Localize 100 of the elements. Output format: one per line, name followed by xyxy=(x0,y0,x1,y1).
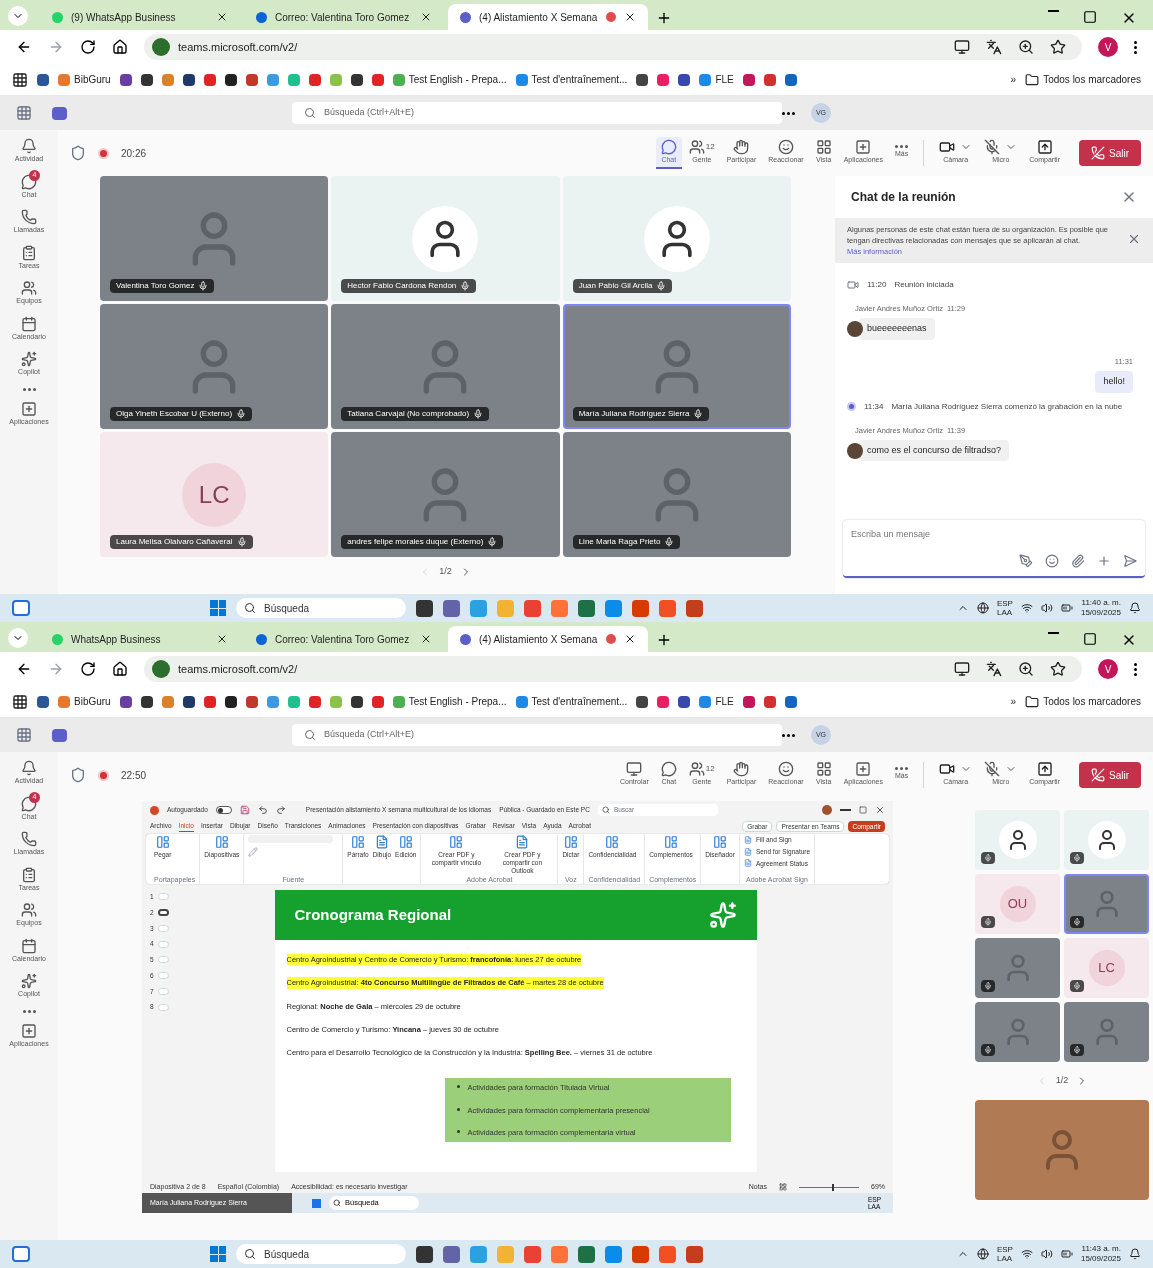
mic-icon xyxy=(473,409,484,419)
start-icon[interactable] xyxy=(210,600,226,616)
copilot-icon xyxy=(21,351,37,367)
slide-title: Cronograma Regional xyxy=(294,904,452,925)
ribbon-icon xyxy=(605,835,620,849)
bookmark-icon[interactable] xyxy=(678,73,691,86)
meeting-timer: 20:26 xyxy=(121,146,147,161)
app-icon[interactable] xyxy=(578,599,595,617)
browser-tab[interactable]: (4) Alistamiento X Semana xyxy=(448,626,648,652)
mic-icon xyxy=(198,281,209,291)
browser-tab[interactable]: (4) Alistamiento X Semana xyxy=(448,4,648,30)
bookmark-icon[interactable] xyxy=(182,695,195,708)
event-time: 11:34 xyxy=(864,400,884,413)
ribbon-icon xyxy=(214,835,229,849)
bookmark-icon[interactable] xyxy=(636,73,649,86)
bookmark-link[interactable]: Test d'entraînement... xyxy=(515,72,628,87)
taskbar-search[interactable]: Búsqueda xyxy=(236,1244,406,1264)
bookmark-link[interactable]: BibGuru xyxy=(58,72,111,87)
bookmark-icon[interactable] xyxy=(224,695,237,708)
bookmark-link[interactable]: BibGuru xyxy=(58,694,111,709)
url-field[interactable]: teams.microsoft.com/v2/ xyxy=(144,34,1082,60)
message-field[interactable]: Escriba un mensaje xyxy=(843,520,1145,578)
browser-tab[interactable]: Correo: Valentina Toro Gomez xyxy=(244,626,444,652)
bookmark-link[interactable]: FLE xyxy=(699,694,734,709)
participant-name: Hector Fabio Cardona Rendon xyxy=(341,279,477,293)
translate-icon xyxy=(986,661,1002,677)
bookmark-icon[interactable] xyxy=(119,695,132,708)
plus-icon xyxy=(1097,554,1111,568)
bookmark-icon[interactable] xyxy=(350,695,363,708)
bookmark-icon[interactable] xyxy=(119,73,132,86)
app-icon[interactable] xyxy=(416,1245,433,1263)
bookmark-icon[interactable] xyxy=(678,695,691,708)
widgets-icon[interactable] xyxy=(12,600,30,616)
more-icon xyxy=(782,110,795,116)
search-icon xyxy=(244,1248,256,1260)
slide-thumbnail[interactable] xyxy=(157,909,169,917)
reload-icon xyxy=(80,661,96,677)
hand-icon xyxy=(733,760,750,777)
rail-item[interactable] xyxy=(22,1008,36,1014)
search-field[interactable]: Búsqueda (Ctrl+Alt+E) xyxy=(292,102,782,124)
forward-icon xyxy=(48,39,64,55)
teams-icon xyxy=(21,902,37,918)
volume-icon xyxy=(1040,602,1053,614)
browser-tab[interactable]: WhatsApp Business xyxy=(40,626,240,652)
participant-name: Valentina Toro Gomez xyxy=(110,279,215,293)
bookmark-icon[interactable] xyxy=(350,73,363,86)
bookmark-link[interactable]: FLE xyxy=(699,72,734,87)
browser-tab[interactable]: Correo: Valentina Toro Gomez xyxy=(244,4,444,30)
app-icon[interactable] xyxy=(443,599,460,617)
notification-icon xyxy=(1129,1248,1141,1260)
leave-button[interactable]: Salir xyxy=(1079,762,1141,788)
bookmark-icon[interactable] xyxy=(140,73,153,86)
profile-avatar[interactable]: V xyxy=(1098,37,1118,57)
language-indicator: ESP xyxy=(996,599,1013,608)
back-icon xyxy=(16,39,32,55)
message-placeholder: Escriba un mensaje xyxy=(851,528,932,541)
app-icon[interactable] xyxy=(443,1245,460,1263)
start-icon[interactable] xyxy=(210,1246,226,1262)
maximize-icon xyxy=(859,806,867,814)
taskbar-search[interactable]: Búsqueda xyxy=(236,598,406,618)
bookmark-icon[interactable] xyxy=(37,73,49,86)
star-icon xyxy=(1050,661,1066,677)
bookmark-link[interactable]: Test English - Prepa... xyxy=(392,694,507,709)
widgets-icon[interactable] xyxy=(12,1246,30,1262)
leave-button[interactable]: Salir xyxy=(1079,140,1141,166)
ribbon-icon xyxy=(350,835,365,849)
bookmarks-folder[interactable]: Todos los marcadores xyxy=(1025,694,1141,709)
bookmark-link[interactable]: Test English - Prepa... xyxy=(392,72,507,87)
bookmark-icon[interactable] xyxy=(37,695,49,708)
clock-date: 15/09/2025 xyxy=(1080,608,1121,618)
new-tab-icon xyxy=(656,10,672,26)
app-icon[interactable] xyxy=(578,1245,595,1263)
browser-tab[interactable]: (9) WhatsApp Business xyxy=(40,4,240,30)
tab-title: (4) Alistamiento X Semana xyxy=(479,10,598,25)
undo-icon xyxy=(257,805,268,815)
app-icon[interactable] xyxy=(416,599,433,617)
bookmarks-folder[interactable]: Todos los marcadores xyxy=(1025,72,1141,87)
zoom-icon xyxy=(1018,39,1034,55)
app-launcher-icon xyxy=(16,727,32,743)
search-icon xyxy=(304,729,316,741)
bookmark-icon[interactable] xyxy=(140,695,153,708)
more-bookmarks[interactable]: » xyxy=(1010,694,1017,709)
apps-icon xyxy=(21,400,37,417)
search-field[interactable]: Búsqueda (Ctrl+Alt+E) xyxy=(292,724,782,746)
bookmark-icon[interactable] xyxy=(224,73,237,86)
message-bubble: bueeeeeeenas xyxy=(859,318,935,340)
maximize-icon xyxy=(1083,10,1097,24)
chat-icon xyxy=(21,173,37,190)
url-field[interactable]: teams.microsoft.com/v2/ xyxy=(144,656,1082,682)
bookmark-icon[interactable] xyxy=(636,695,649,708)
bookmark-icon[interactable] xyxy=(182,73,195,86)
profile-avatar[interactable]: V xyxy=(1098,659,1118,679)
autosave-toggle[interactable] xyxy=(215,806,232,814)
mic-off-icon xyxy=(984,760,1001,777)
region-indicator: LAA xyxy=(996,608,1013,617)
rail-item[interactable] xyxy=(22,386,36,392)
bookmark-link[interactable]: Test d'entraînement... xyxy=(515,694,628,709)
menu-icon xyxy=(1134,39,1137,55)
close-icon xyxy=(420,633,432,645)
more-bookmarks[interactable]: » xyxy=(1010,72,1017,87)
